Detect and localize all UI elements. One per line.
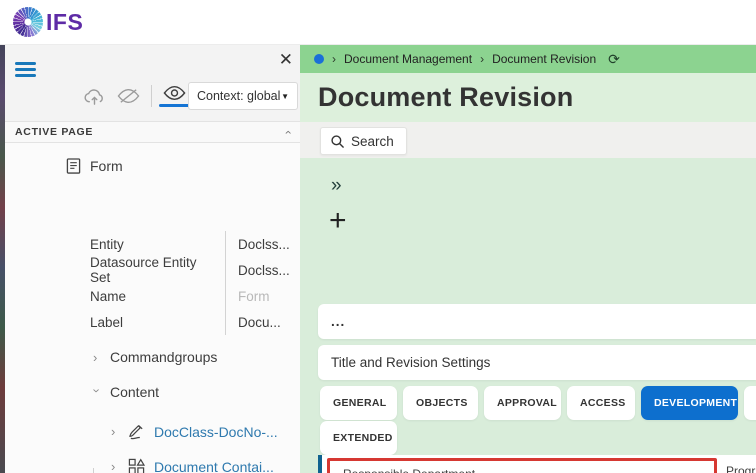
panel-accent-bar	[318, 455, 322, 473]
top-bar: IFS	[0, 0, 756, 45]
context-dropdown-label: Context: global	[197, 89, 281, 103]
add-icon[interactable]: +	[329, 206, 347, 236]
tree-item-form[interactable]: Form	[66, 157, 123, 175]
page-designer-sidebar: ✕ Context: global ▼ ACTIVE PAGE › Form E…	[5, 45, 300, 473]
tab-fi-clipped[interactable]: FI	[744, 386, 756, 420]
property-label: Label	[90, 314, 124, 330]
refresh-icon[interactable]: ⟳	[608, 51, 620, 68]
tree-item-content[interactable]: › Content	[90, 384, 160, 400]
context-dropdown[interactable]: Context: global ▼	[188, 82, 298, 110]
responsible-department-label: Responsible Department	[343, 467, 475, 473]
highlighted-field-group[interactable]: Responsible Department	[327, 458, 717, 473]
chevron-down-icon: ▼	[281, 91, 289, 101]
tree-item-label: Form	[90, 158, 123, 174]
property-value[interactable]: Form	[238, 289, 270, 304]
active-page-tree: Form Entity Doclss... Datasource Entity …	[5, 143, 300, 473]
tree-item-label: Content	[110, 384, 160, 400]
status-dot-icon[interactable]	[314, 54, 324, 64]
property-row: Datasource Entity Set Doclss...	[90, 255, 290, 285]
signature-icon	[128, 423, 145, 440]
content-area: » + ... Title and Revision Settings GENE…	[300, 158, 756, 473]
tab-extended[interactable]: EXTENDED	[320, 421, 397, 455]
search-button-label: Search	[351, 133, 394, 149]
search-band: Search	[300, 122, 756, 158]
eye-icon[interactable]	[159, 85, 192, 107]
tree-item-docclass-docno[interactable]: › DocClass-DocNo-...	[111, 423, 278, 440]
breadcrumb-item-document-management[interactable]: Document Management	[344, 52, 472, 66]
ifs-logo-text: IFS	[46, 8, 84, 35]
property-label: Entity	[90, 236, 124, 252]
property-value[interactable]: Doclss...	[238, 237, 290, 252]
search-icon	[330, 134, 345, 149]
breadcrumb-separator: ›	[332, 52, 336, 66]
property-row: Label Docu...	[90, 309, 290, 335]
property-row: Entity Doclss...	[90, 231, 290, 257]
active-page-label: ACTIVE PAGE	[15, 126, 94, 138]
active-page-section-header[interactable]: ACTIVE PAGE ›	[5, 121, 300, 143]
chevron-down-icon[interactable]: ›	[90, 388, 105, 396]
section-title-card[interactable]: Title and Revision Settings	[318, 345, 756, 380]
toolbar-divider	[151, 85, 152, 107]
eye-off-icon[interactable]	[117, 87, 140, 105]
heading-band: Document Revision	[300, 73, 756, 122]
section-title-label: Title and Revision Settings	[331, 355, 491, 370]
breadcrumb: › Document Management › Document Revisio…	[300, 45, 756, 73]
tree-item-label[interactable]: Document Contai...	[154, 459, 274, 473]
sidebar-toolbar	[83, 85, 192, 107]
tab-approval[interactable]: APPROVAL	[484, 386, 561, 420]
tree-item-document-container[interactable]: › Document Contai...	[111, 458, 274, 473]
breadcrumb-item-document-revision[interactable]: Document Revision	[492, 52, 596, 66]
main-content: › Document Management › Document Revisio…	[300, 45, 756, 473]
property-label: Datasource Entity Set	[90, 255, 197, 285]
breadcrumb-separator: ›	[480, 52, 485, 66]
tree-item-label[interactable]: DocClass-DocNo-...	[154, 424, 278, 440]
ifs-logo[interactable]: IFS	[13, 7, 83, 37]
document-icon	[66, 157, 81, 175]
components-icon	[128, 458, 145, 473]
tab-general[interactable]: GENERAL	[320, 386, 397, 420]
property-value[interactable]: Doclss...	[238, 263, 290, 278]
app-root: IFS ✕ Context: global ▼ ACTIVE PAGE › Fo…	[0, 0, 756, 473]
expand-double-chevron-icon[interactable]: »	[331, 175, 342, 197]
tab-development[interactable]: DEVELOPMENT	[641, 386, 738, 420]
close-icon[interactable]: ✕	[279, 50, 293, 70]
collapse-caret-icon[interactable]: ›	[281, 130, 295, 135]
property-label: Name	[90, 288, 127, 304]
program-field-label: Progr	[726, 464, 756, 473]
tree-item-commandgroups[interactable]: › Commandgroups	[93, 349, 217, 365]
more-options-card[interactable]: ...	[318, 304, 756, 339]
property-value[interactable]: Docu...	[238, 315, 281, 330]
ellipsis-label: ...	[331, 314, 346, 329]
tree-indent-line	[93, 468, 94, 473]
chevron-right-icon[interactable]: ›	[111, 459, 119, 473]
ifs-spiral-icon	[13, 7, 43, 37]
page-title: Document Revision	[318, 82, 574, 112]
tab-strip-row1: GENERAL OBJECTS APPROVAL ACCESS DEVELOPM…	[320, 386, 756, 420]
hamburger-menu-icon[interactable]	[15, 62, 36, 77]
tab-objects[interactable]: OBJECTS	[403, 386, 478, 420]
tab-strip-row2: EXTENDED	[320, 421, 397, 455]
property-row: Name Form	[90, 283, 290, 309]
development-tab-panel: Responsible Department Progr	[318, 455, 756, 473]
chevron-right-icon[interactable]: ›	[93, 350, 101, 365]
search-button[interactable]: Search	[320, 127, 407, 155]
chevron-right-icon[interactable]: ›	[111, 424, 119, 439]
tree-item-label: Commandgroups	[110, 349, 218, 365]
cloud-upload-icon[interactable]	[83, 87, 106, 105]
tab-access[interactable]: ACCESS	[567, 386, 635, 420]
